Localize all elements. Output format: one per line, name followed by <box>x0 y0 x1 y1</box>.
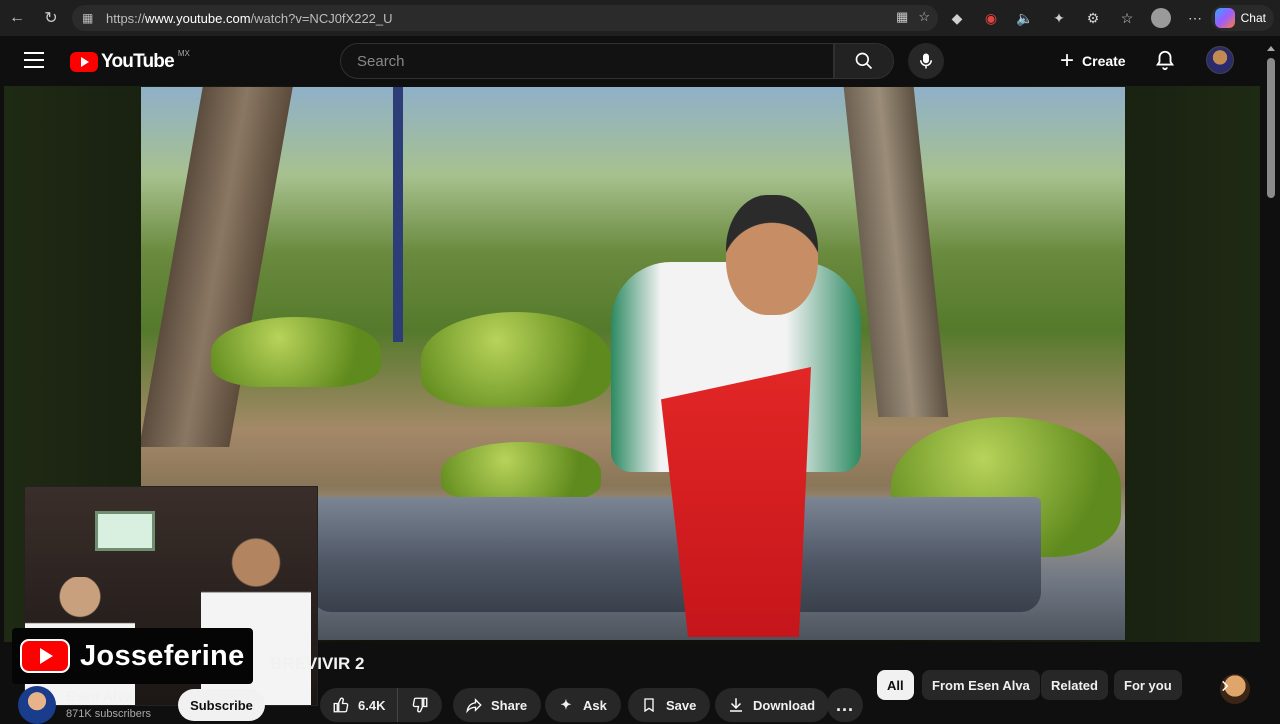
performance-icon[interactable]: ⚙ <box>1080 5 1106 31</box>
microphone-icon <box>920 53 932 69</box>
dislike-button[interactable] <box>398 696 442 714</box>
exit-sign <box>95 511 155 551</box>
download-button[interactable]: Download <box>715 688 830 722</box>
thumbs-down-icon <box>412 697 428 713</box>
sparkle-icon: ✦ <box>560 697 572 712</box>
extension-diamond-icon[interactable]: ◆ <box>944 5 970 31</box>
ask-label: Ask <box>583 697 607 713</box>
page-scrollbar[interactable] <box>1262 36 1280 720</box>
logo-text: YouTube <box>101 51 175 72</box>
plus-icon: + <box>1060 47 1075 74</box>
share-button[interactable]: Share <box>453 688 542 722</box>
video-scene-person-head <box>726 195 818 315</box>
app-install-icon[interactable]: ▦ <box>896 9 908 25</box>
subscriber-count: 871K subscribers <box>66 708 151 720</box>
video-scene-bush <box>441 442 601 502</box>
chevron-right-icon[interactable] <box>1210 672 1240 700</box>
subscribe-button[interactable]: Subscribe <box>178 689 265 721</box>
more-actions-icon: ... <box>835 694 854 715</box>
mute-tab-icon[interactable]: 🔈 <box>1012 5 1038 31</box>
youtube-logo[interactable]: YouTube MX <box>70 48 190 73</box>
youtube-logo-icon <box>20 639 70 673</box>
youtube-header: YouTube MX Search + Create <box>4 36 1260 86</box>
video-scene-red-bag <box>661 367 811 637</box>
copilot-chat-button[interactable]: Chat <box>1210 5 1274 31</box>
search-placeholder: Search <box>357 52 405 70</box>
back-icon[interactable]: ← <box>0 0 34 36</box>
address-bar[interactable]: ▦ https://www.youtube.com/watch?v=NCJ0fX… <box>72 5 938 31</box>
video-title: BREVIVIR 2 <box>270 654 365 673</box>
extension-red-icon[interactable]: ◉ <box>978 5 1004 31</box>
voice-search-button[interactable] <box>908 43 944 79</box>
download-label: Download <box>753 697 816 713</box>
download-icon <box>725 694 747 716</box>
thumbs-up-icon <box>330 694 352 716</box>
video-player[interactable] <box>4 86 1260 706</box>
chip-related[interactable]: Related <box>1041 670 1108 700</box>
favorite-star-icon[interactable]: ☆ <box>918 9 930 25</box>
search-icon <box>855 52 873 70</box>
copilot-icon <box>1214 8 1235 28</box>
create-label: Create <box>1082 53 1126 69</box>
bookmark-icon <box>638 694 660 716</box>
search-input[interactable]: Search <box>340 43 834 79</box>
video-scene-pole <box>393 87 403 342</box>
site-info-icon[interactable]: ▦ <box>82 11 98 25</box>
create-button[interactable]: + Create <box>1050 43 1140 79</box>
scrollbar-thumb[interactable] <box>1267 58 1275 198</box>
video-scene-tree <box>141 87 293 447</box>
share-arrow-icon <box>463 694 485 716</box>
browser-toolbar: ← ↻ ▦ https://www.youtube.com/watch?v=NC… <box>0 0 1280 36</box>
favorites-icon[interactable]: ☆ <box>1114 5 1140 31</box>
video-scene-bush <box>211 317 381 387</box>
reload-icon[interactable]: ↻ <box>34 0 68 36</box>
channel-avatar[interactable] <box>18 686 56 724</box>
search-button[interactable] <box>834 43 894 79</box>
save-button[interactable]: Save <box>628 688 711 722</box>
chip-from-channel[interactable]: From Esen Alva <box>922 670 1040 700</box>
streamer-brand-overlay: Josseferine <box>12 628 253 684</box>
like-count: 6.4K <box>358 697 386 713</box>
chat-label: Chat <box>1240 11 1266 25</box>
scroll-up-icon[interactable] <box>1267 46 1275 51</box>
save-label: Save <box>666 697 697 713</box>
ask-button[interactable]: ✦ Ask <box>545 688 621 722</box>
video-scene-bush <box>421 312 611 407</box>
extensions-puzzle-icon[interactable]: ✦ <box>1046 5 1072 31</box>
profile-icon[interactable] <box>1148 5 1174 31</box>
share-label: Share <box>491 697 528 713</box>
streamer-name: Josseferine <box>80 639 245 672</box>
country-code: MX <box>177 48 190 58</box>
url-prefix: https:// <box>106 10 146 26</box>
channel-name[interactable]: Esen Alva <box>66 688 132 704</box>
chip-all[interactable]: All <box>877 670 914 700</box>
hamburger-menu-icon[interactable] <box>24 52 44 68</box>
url-path: /watch?v=NCJ0fX222_U <box>250 10 393 26</box>
youtube-play-icon <box>70 52 98 72</box>
more-actions-button[interactable]: ... <box>827 688 863 722</box>
browser-menu-icon[interactable]: ⋯ <box>1182 5 1208 31</box>
notifications-bell-icon[interactable] <box>1154 48 1178 74</box>
chip-for-you[interactable]: For you <box>1114 670 1182 700</box>
url-host: www.youtube.com <box>145 10 251 26</box>
account-avatar[interactable] <box>1206 46 1234 74</box>
like-button[interactable]: 6.4K <box>320 688 398 722</box>
like-dislike-group: 6.4K <box>320 688 442 722</box>
